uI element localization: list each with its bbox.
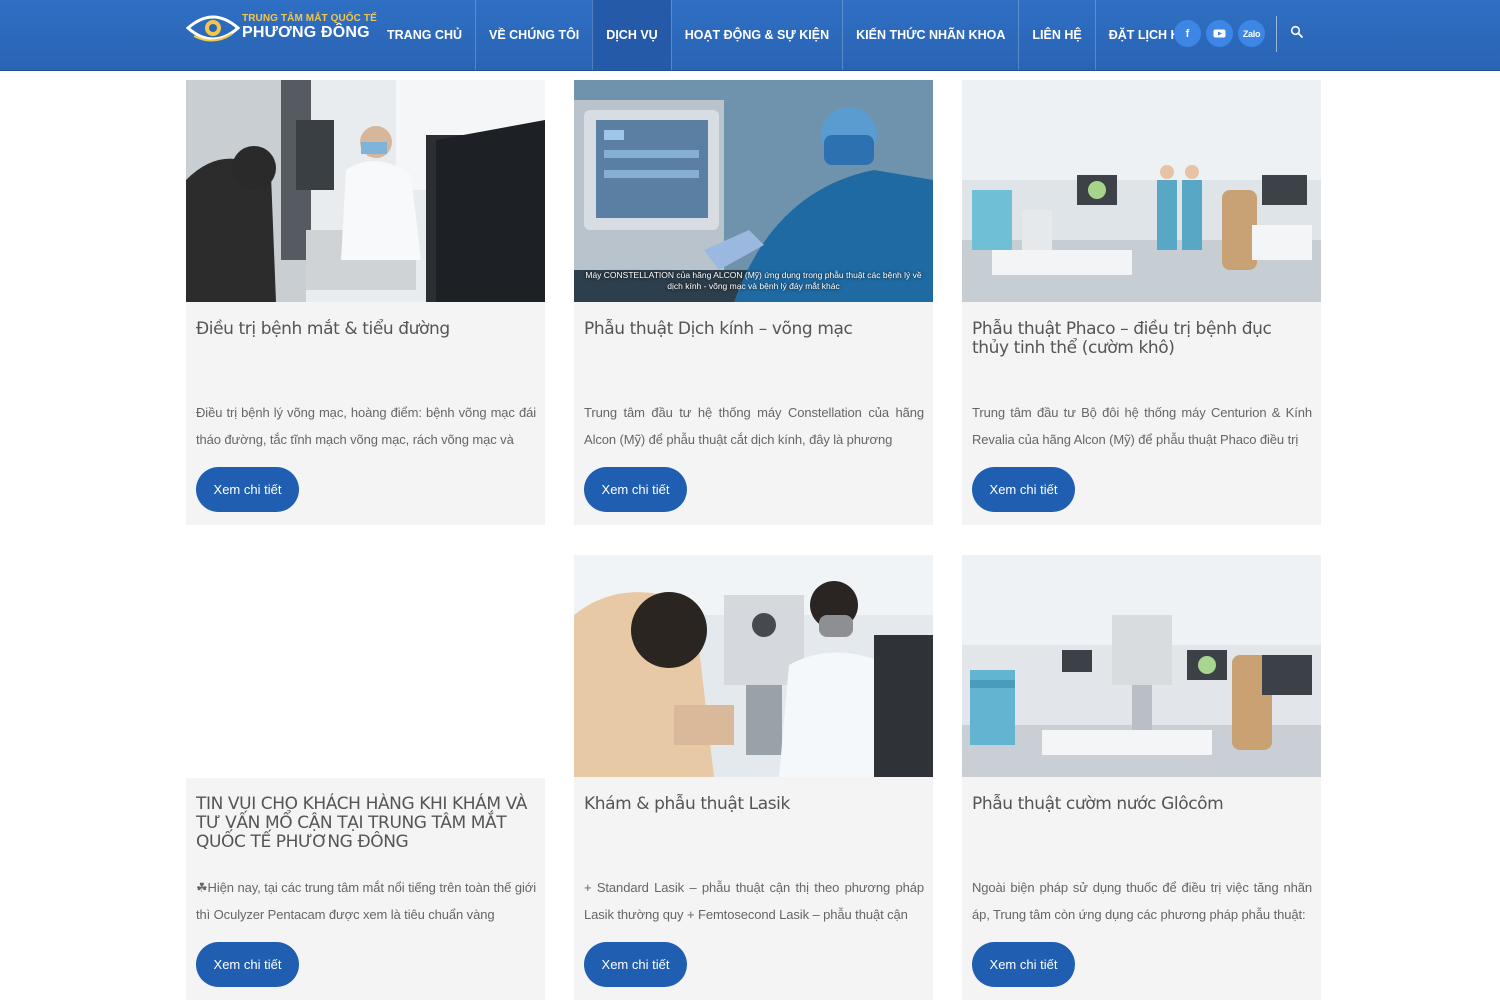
- site-header: TRUNG TÂM MẮT QUỐC TẾ PHƯƠNG ĐÔNG TRANG …: [0, 0, 1500, 71]
- site-logo[interactable]: TRUNG TÂM MẮT QUỐC TẾ PHƯƠNG ĐÔNG: [186, 8, 377, 48]
- service-card: Phẫu thuật Phaco – điều trị bệnh đục thủ…: [962, 80, 1321, 525]
- nav-events[interactable]: HOẠT ĐỘNG & SỰ KIỆN: [670, 0, 842, 70]
- service-card: Phẫu thuật cườm nước Glôcôm Ngoài biện p…: [962, 555, 1321, 1000]
- nav-services[interactable]: DỊCH VỤ: [592, 0, 671, 70]
- card-image-operating-room-2[interactable]: [962, 555, 1321, 777]
- service-card: TIN VUI CHO KHÁCH HÀNG KHI KHÁM VÀ TƯ VẤ…: [186, 778, 545, 1000]
- eye-logo-icon: [186, 15, 240, 42]
- card-title[interactable]: TIN VUI CHO KHÁCH HÀNG KHI KHÁM VÀ TƯ VẤ…: [196, 795, 536, 852]
- card-image-surgeon-machine[interactable]: Máy CONSTELLATION của hãng ALCON (Mỹ) ứn…: [574, 80, 933, 302]
- view-details-button[interactable]: Xem chi tiết: [584, 942, 687, 987]
- card-title[interactable]: Khám & phẫu thuật Lasik: [584, 795, 924, 814]
- card-excerpt: Điều trị bệnh lý võng mạc, hoàng điểm: b…: [196, 405, 536, 447]
- view-details-button[interactable]: Xem chi tiết: [972, 467, 1075, 512]
- service-card: Máy CONSTELLATION của hãng ALCON (Mỹ) ứn…: [574, 80, 933, 525]
- card-excerpt: + Standard Lasik – phẫu thuật cận thị th…: [584, 880, 924, 922]
- view-details-button[interactable]: Xem chi tiết: [972, 942, 1075, 987]
- logo-line-1: TRUNG TÂM MẮT QUỐC TẾ: [242, 13, 377, 24]
- card-excerpt: Trung tâm đầu tư hệ thống máy Constellat…: [584, 405, 924, 447]
- image-caption: Máy CONSTELLATION của hãng ALCON (Mỹ) ứn…: [585, 270, 922, 291]
- card-excerpt: Ngoài biện pháp sử dụng thuốc để điều tr…: [972, 880, 1312, 922]
- view-details-button[interactable]: Xem chi tiết: [196, 467, 299, 512]
- nav-about[interactable]: VỀ CHÚNG TÔI: [475, 0, 592, 70]
- social-links: f Zalo: [1174, 20, 1265, 47]
- card-image-eye-exam[interactable]: [186, 80, 545, 302]
- card-title[interactable]: Phẫu thuật cườm nước Glôcôm: [972, 795, 1312, 814]
- main-nav: TRANG CHỦ VỀ CHÚNG TÔI DỊCH VỤ HOẠT ĐỘNG…: [374, 0, 1210, 70]
- search-icon[interactable]: [1290, 25, 1306, 41]
- card-image-operating-room[interactable]: [962, 80, 1321, 302]
- zalo-icon[interactable]: Zalo: [1238, 20, 1265, 47]
- header-divider: [1276, 16, 1277, 52]
- nav-contact[interactable]: LIÊN HỆ: [1018, 0, 1094, 70]
- card-excerpt: Trung tâm đầu tư Bộ đôi hệ thống máy Cen…: [972, 405, 1312, 447]
- card-title[interactable]: Điều trị bệnh mắt & tiểu đường: [196, 320, 536, 339]
- service-card: Điều trị bệnh mắt & tiểu đường Điều trị …: [186, 80, 545, 525]
- logo-line-2: PHƯƠNG ĐÔNG: [242, 24, 370, 41]
- view-details-button[interactable]: Xem chi tiết: [584, 467, 687, 512]
- nav-home[interactable]: TRANG CHỦ: [374, 0, 475, 70]
- card-title[interactable]: Phẫu thuật Phaco – điều trị bệnh đục thủ…: [972, 320, 1312, 358]
- card-image-slit-lamp-exam[interactable]: [574, 555, 933, 777]
- nav-knowledge[interactable]: KIẾN THỨC NHÃN KHOA: [842, 0, 1018, 70]
- card-title[interactable]: Phẫu thuật Dịch kính – võng mạc: [584, 320, 924, 339]
- facebook-icon[interactable]: f: [1174, 20, 1201, 47]
- view-details-button[interactable]: Xem chi tiết: [196, 942, 299, 987]
- youtube-icon[interactable]: [1206, 20, 1233, 47]
- service-card: Khám & phẫu thuật Lasik + Standard Lasik…: [574, 555, 933, 1000]
- card-excerpt: ☘Hiện nay, tại các trung tâm mắt nổi tiế…: [196, 880, 536, 922]
